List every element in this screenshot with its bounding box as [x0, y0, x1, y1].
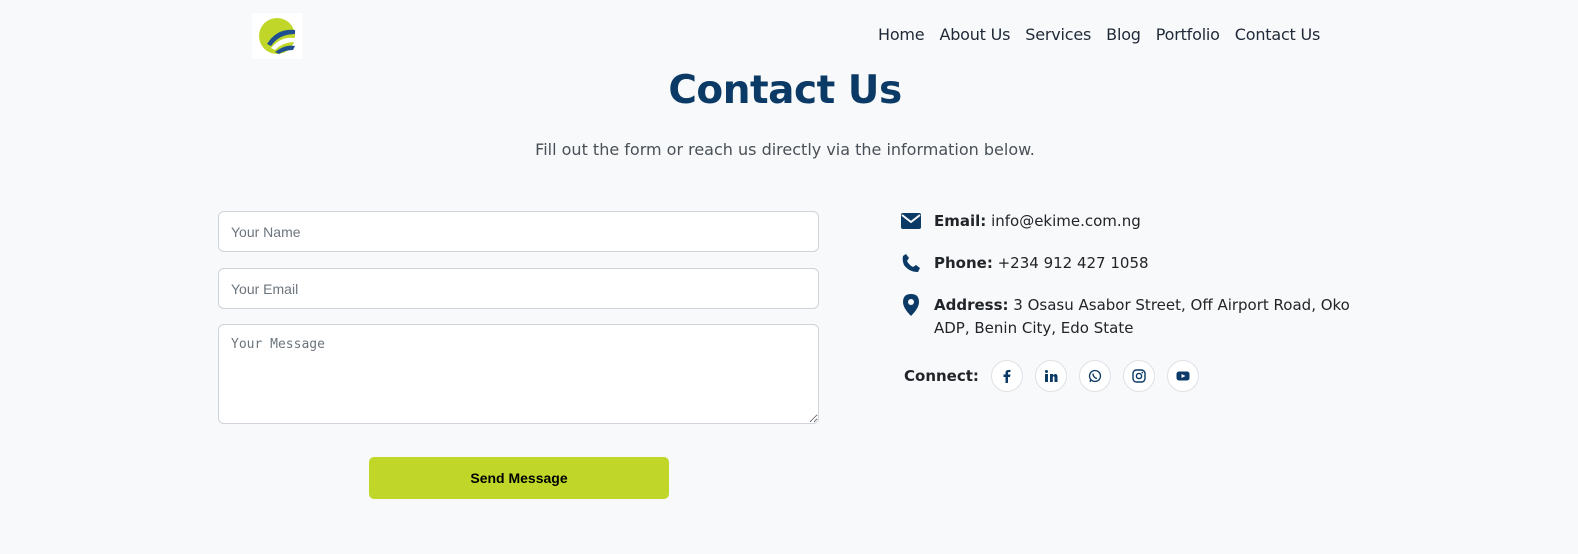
- envelope-icon: [900, 210, 922, 232]
- nav-about-us[interactable]: About Us: [939, 24, 1010, 46]
- phone-value[interactable]: +234 912 427 1058: [998, 254, 1149, 272]
- contact-address-row: Address: 3 Osasu Asabor Street, Off Airp…: [900, 294, 1389, 340]
- email-label: Email:: [934, 212, 987, 230]
- logo-icon: [259, 18, 295, 54]
- linkedin-link[interactable]: [1034, 360, 1067, 392]
- contact-address: Address: 3 Osasu Asabor Street, Off Airp…: [934, 294, 1389, 340]
- logo[interactable]: [252, 13, 302, 59]
- nav-portfolio[interactable]: Portfolio: [1156, 24, 1220, 46]
- phone-label: Phone:: [934, 254, 993, 272]
- instagram-link[interactable]: [1122, 360, 1155, 392]
- instagram-icon: [1132, 369, 1146, 383]
- facebook-link[interactable]: [990, 360, 1023, 392]
- youtube-link[interactable]: [1166, 360, 1199, 392]
- nav-home[interactable]: Home: [878, 24, 925, 46]
- page-subtitle: Fill out the form or reach us directly v…: [535, 140, 1035, 159]
- page-title: Contact Us: [668, 68, 902, 113]
- email-value[interactable]: info@ekime.com.ng: [991, 212, 1141, 230]
- whatsapp-link[interactable]: [1078, 360, 1111, 392]
- nav-contact-us[interactable]: Contact Us: [1235, 24, 1321, 46]
- nav-services[interactable]: Services: [1025, 24, 1091, 46]
- name-input[interactable]: [231, 223, 806, 240]
- contact-phone: Phone: +234 912 427 1058: [934, 252, 1389, 275]
- contact-email: Email: info@ekime.com.ng: [934, 210, 1389, 233]
- nav-blog[interactable]: Blog: [1106, 24, 1141, 46]
- message-textarea[interactable]: [218, 324, 819, 424]
- email-field-wrapper: [218, 268, 819, 309]
- whatsapp-icon: [1088, 369, 1102, 383]
- social-connect: Connect:: [904, 360, 1211, 392]
- youtube-icon: [1176, 371, 1190, 381]
- phone-icon: [900, 252, 922, 274]
- address-label: Address:: [934, 296, 1009, 314]
- send-message-button[interactable]: Send Message: [369, 457, 669, 499]
- main-nav: Home About Us Services Blog Portfolio Co…: [878, 24, 1335, 46]
- email-input[interactable]: [231, 280, 806, 297]
- name-field-wrapper: [218, 211, 819, 252]
- contact-email-row: Email: info@ekime.com.ng: [900, 210, 1389, 233]
- map-marker-icon: [900, 294, 922, 316]
- contact-phone-row: Phone: +234 912 427 1058: [900, 252, 1389, 275]
- connect-label: Connect:: [904, 367, 979, 385]
- linkedin-icon: [1044, 370, 1058, 382]
- facebook-icon: [1003, 369, 1011, 383]
